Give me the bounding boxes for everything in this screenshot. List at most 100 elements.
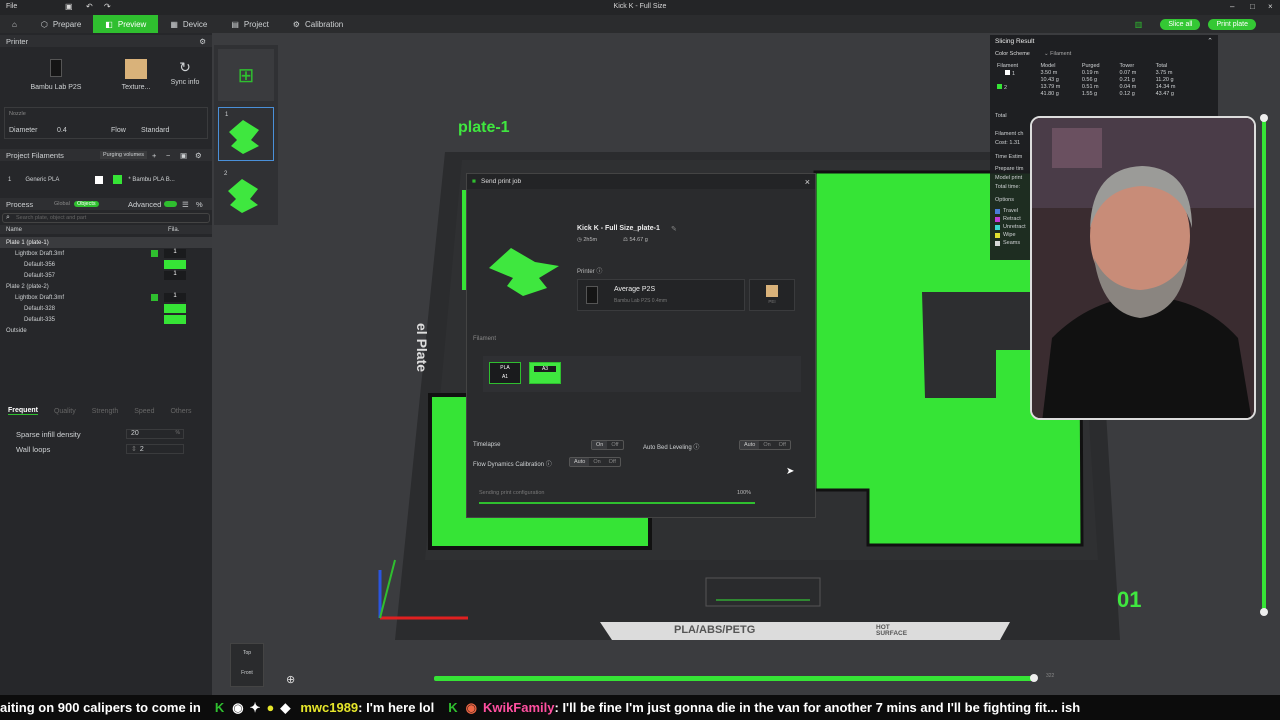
diameter-select[interactable]: 0.4 — [57, 127, 67, 134]
toggle-on[interactable]: On — [759, 441, 774, 449]
view-cube[interactable]: Top Front — [230, 643, 264, 687]
tab-prepare[interactable]: ⬡ Prepare — [29, 15, 93, 33]
filament-cell[interactable] — [164, 260, 186, 269]
tab-quality[interactable]: Quality — [54, 408, 76, 415]
bed-label: PLA/ABS/PETG — [674, 624, 756, 636]
purging-volumes-button[interactable]: Purging volumes — [100, 151, 147, 159]
filament-cell[interactable]: 1 — [164, 293, 186, 302]
cell-value: 0.12 g — [1119, 91, 1135, 97]
remove-icon[interactable]: − — [166, 151, 170, 160]
printer-selector[interactable]: Bambu Lab P2S — [4, 51, 108, 99]
flow-select[interactable]: Standard — [141, 127, 169, 134]
wall-loops-stepper[interactable]: ⇕ 2 — [126, 444, 184, 454]
sparse-infill-input[interactable]: 20% — [126, 429, 184, 439]
tree-item[interactable]: Lightbox Draft.3mf 1 — [0, 248, 212, 259]
auto-bed-toggle[interactable]: Auto On Off — [739, 440, 791, 450]
percent-icon[interactable]: % — [196, 200, 203, 209]
close-dialog-icon[interactable]: × — [805, 177, 810, 187]
tab-preview[interactable]: ◧ Preview — [93, 15, 159, 33]
stepper-arrows-icon[interactable]: ⇕ — [131, 446, 137, 453]
plate-type-indicator[interactable]: PEI — [749, 279, 795, 311]
filament-color-swatch[interactable] — [95, 175, 104, 184]
tab-frequent[interactable]: Frequent — [8, 407, 38, 415]
visibility-checkbox[interactable] — [151, 294, 158, 301]
maximize-icon[interactable]: □ — [1250, 2, 1255, 11]
sync-filament-icon[interactable]: ▣ — [180, 151, 187, 160]
close-icon[interactable]: × — [1268, 2, 1273, 11]
minimize-icon[interactable]: – — [1230, 2, 1234, 11]
filament-slot-1[interactable]: PLA A1 — [489, 362, 521, 384]
tab-device[interactable]: ▦ Device — [158, 15, 219, 33]
slice-all-button[interactable]: Slice all — [1160, 18, 1201, 30]
option-item[interactable]: Wipe — [995, 231, 1026, 239]
search-input[interactable]: ⌕ Search plate, object and part — [2, 213, 210, 223]
flow-cal-toggle[interactable]: Auto On Off — [569, 457, 621, 467]
settings-icon[interactable]: ⚙ — [199, 37, 206, 46]
toggle-auto[interactable]: Auto — [740, 441, 760, 449]
filament-name[interactable]: * Bambu PLA B... — [128, 177, 174, 183]
toggle-off[interactable]: Off — [607, 441, 622, 449]
info-icon[interactable]: ⓘ — [596, 269, 602, 275]
edit-icon[interactable]: ✎ — [671, 225, 677, 233]
info-icon[interactable]: ⓘ — [693, 445, 699, 451]
tab-label: Calibration — [304, 19, 344, 29]
collapse-icon[interactable]: ⌃ — [1207, 37, 1213, 45]
plate-thumb-1[interactable]: 1 — [218, 107, 274, 161]
color-scheme-select[interactable]: ⌄ Filament — [1044, 51, 1071, 57]
tree-item[interactable]: Default-356 — [0, 259, 212, 270]
toggle-on[interactable]: On — [589, 458, 604, 466]
toggle-on[interactable]: On — [592, 441, 608, 449]
list-icon[interactable]: ☰ — [182, 200, 189, 209]
option-item[interactable]: Seams — [995, 239, 1026, 247]
tree-item[interactable]: Lightbox Draft.3mf 1 — [0, 292, 212, 303]
add-icon[interactable]: + — [152, 151, 156, 160]
info-icon[interactable]: ⓘ — [546, 462, 552, 468]
objects-toggle[interactable]: Objects — [74, 201, 99, 207]
filament-settings-icon[interactable]: ⚙ — [195, 151, 202, 160]
toggle-auto[interactable]: Auto — [570, 458, 590, 466]
tree-item[interactable]: Default-328 — [0, 303, 212, 314]
tree-item[interactable]: Default-357 1 — [0, 270, 212, 281]
global-toggle[interactable]: Global — [54, 201, 70, 207]
toggle-off[interactable]: Off — [775, 441, 790, 449]
filament-color-swatch[interactable] — [113, 175, 123, 184]
plate-overview-thumb[interactable]: ⊞ — [218, 49, 274, 101]
split-icon[interactable]: ▥ — [1135, 20, 1143, 29]
tree-item[interactable]: Default-335 — [0, 314, 212, 325]
camera-reset-icon[interactable]: ⊕ — [286, 673, 295, 686]
filament-cell[interactable] — [164, 315, 186, 324]
tree-item-label: Default-357 — [24, 272, 56, 279]
tab-speed[interactable]: Speed — [134, 408, 154, 415]
options-list: Travel Retract Unretract Wipe Seams — [995, 207, 1026, 247]
plate-type-selector[interactable]: Texture... — [114, 51, 158, 99]
filament-cell[interactable]: 1 — [164, 249, 186, 258]
cell-value: 10.43 g — [1040, 77, 1059, 83]
filament-cell[interactable]: 1 — [164, 271, 186, 280]
filament-cell[interactable] — [164, 304, 186, 313]
tree-item[interactable]: Outside — [0, 325, 212, 336]
tab-others[interactable]: Others — [170, 408, 191, 415]
option-item[interactable]: Unretract — [995, 223, 1026, 231]
option-item[interactable]: Travel — [995, 207, 1026, 215]
print-plate-button[interactable]: Print plate — [1208, 18, 1256, 30]
tab-strength[interactable]: Strength — [92, 408, 118, 415]
home-icon[interactable]: ⌂ — [0, 15, 29, 33]
tab-calibration[interactable]: ⚙ Calibration — [281, 15, 355, 33]
printer-select[interactable]: Average P2S Bambu Lab P2S 0.4mm — [577, 279, 745, 311]
visibility-checkbox[interactable] — [151, 250, 158, 257]
tree-item[interactable]: Plate 1 (plate-1) — [0, 237, 212, 248]
timelapse-toggle[interactable]: On Off — [591, 440, 624, 450]
advanced-switch[interactable] — [164, 201, 177, 207]
plate-thumb-2[interactable]: 2 — [218, 167, 274, 221]
sync-info-button[interactable]: ↻ Sync info — [162, 51, 208, 99]
tree-item[interactable]: Plate 2 (plate-2) — [0, 281, 212, 292]
option-item[interactable]: Retract — [995, 215, 1026, 223]
plate-number: 01 — [1117, 587, 1142, 612]
filament-slot-2[interactable]: A3 — [529, 362, 561, 384]
prepare-icon: ⬡ — [40, 19, 48, 29]
filament-name[interactable]: Generic PLA — [25, 177, 59, 183]
tab-project[interactable]: ▤ Project — [219, 15, 280, 33]
plate-code: PEI — [768, 299, 776, 304]
filament-row[interactable]: 1 Generic PLA * Bambu PLA B... — [4, 175, 208, 184]
toggle-off[interactable]: Off — [605, 458, 620, 466]
